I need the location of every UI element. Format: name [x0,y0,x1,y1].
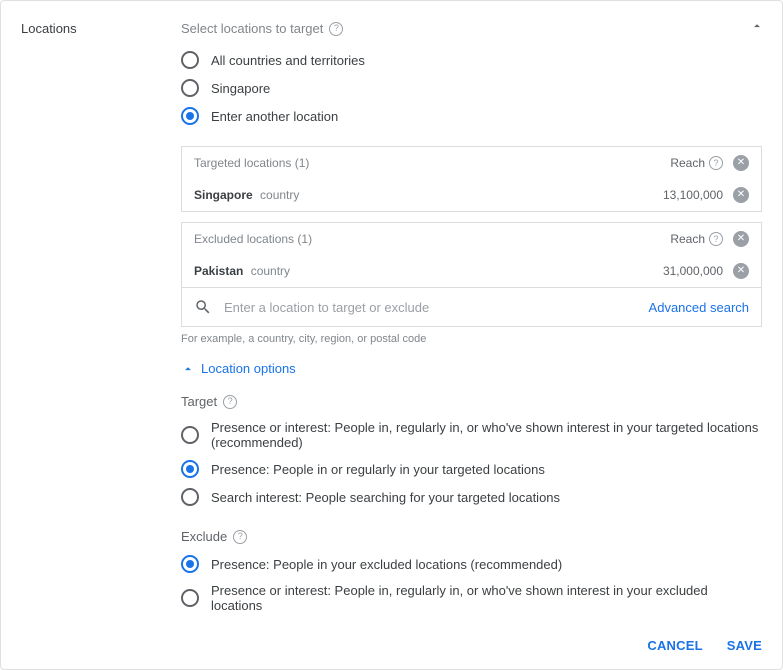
target-opt-search-interest[interactable]: Search interest: People searching for yo… [181,483,762,511]
targeted-locations-box: Targeted locations (1) Reach ? ✕ Singapo… [181,146,762,212]
location-radio-group: All countries and territories Singapore … [181,46,762,130]
radio-icon [181,555,199,573]
excluded-row: Pakistan country 31,000,000 ✕ [182,255,761,287]
collapse-button[interactable] [750,19,764,36]
radio-all-countries[interactable]: All countries and territories [181,46,762,74]
radio-icon [181,79,199,97]
location-reach: 13,100,000 [663,188,723,202]
radio-icon [181,589,199,607]
location-type: country [251,264,290,278]
remove-all-excluded-button[interactable]: ✕ [733,231,749,247]
radio-icon [181,51,199,69]
excluded-header-text: Excluded locations (1) [194,232,670,246]
subheader: Select locations to target ? [181,21,762,36]
reach-label: Reach ? [670,156,723,170]
radio-label: All countries and territories [211,53,365,68]
help-icon[interactable]: ? [709,156,723,170]
radio-label: Singapore [211,81,270,96]
remove-all-targeted-button[interactable]: ✕ [733,155,749,171]
radio-label: Presence or interest: People in, regular… [211,420,762,450]
chevron-up-icon [181,362,195,376]
targeted-row: Singapore country 13,100,000 ✕ [182,179,761,211]
section-title: Locations [21,21,181,36]
location-reach: 31,000,000 [663,264,723,278]
remove-location-button[interactable]: ✕ [733,187,749,203]
help-icon[interactable]: ? [329,22,343,36]
location-options-label: Location options [201,361,296,376]
radio-label: Presence or interest: People in, regular… [211,583,762,613]
chevron-up-icon [750,19,764,33]
help-icon[interactable]: ? [223,395,237,409]
radio-label: Search interest: People searching for yo… [211,490,560,505]
exclude-opt-presence-interest[interactable]: Presence or interest: People in, regular… [181,578,762,618]
help-icon[interactable]: ? [233,530,247,544]
exclude-opt-presence[interactable]: Presence: People in your excluded locati… [181,550,762,578]
excluded-header: Excluded locations (1) Reach ? ✕ [182,223,761,255]
search-hint: For example, a country, city, region, or… [181,333,762,345]
target-opt-presence[interactable]: Presence: People in or regularly in your… [181,455,762,483]
targeted-header-text: Targeted locations (1) [194,156,670,170]
location-options-toggle[interactable]: Location options [181,361,762,376]
cancel-button[interactable]: CANCEL [647,638,702,653]
exclude-radio-group: Presence: People in your excluded locati… [181,550,762,618]
locations-card: Locations Select locations to target ? A… [0,0,783,670]
location-search-row: Advanced search [181,287,762,327]
reach-label: Reach ? [670,232,723,246]
subheader-text: Select locations to target [181,21,323,36]
location-name: Singapore [194,188,253,202]
radio-label: Presence: People in or regularly in your… [211,462,545,477]
location-name: Pakistan [194,264,243,278]
radio-icon [181,426,199,444]
radio-label: Enter another location [211,109,338,124]
target-opt-presence-interest[interactable]: Presence or interest: People in, regular… [181,415,762,455]
excluded-locations-box: Excluded locations (1) Reach ? ✕ Pakista… [181,222,762,288]
footer: CANCEL SAVE [21,618,762,653]
location-search-input[interactable] [224,300,637,315]
help-icon[interactable]: ? [709,232,723,246]
location-type: country [260,188,299,202]
search-icon [194,298,212,316]
remove-location-button[interactable]: ✕ [733,263,749,279]
advanced-search-link[interactable]: Advanced search [649,300,749,315]
radio-icon [181,107,199,125]
target-title: Target ? [181,394,762,409]
radio-label: Presence: People in your excluded locati… [211,557,562,572]
radio-icon [181,460,199,478]
target-radio-group: Presence or interest: People in, regular… [181,415,762,511]
radio-enter-another[interactable]: Enter another location [181,102,762,130]
save-button[interactable]: SAVE [727,638,762,653]
radio-icon [181,488,199,506]
radio-singapore[interactable]: Singapore [181,74,762,102]
targeted-header: Targeted locations (1) Reach ? ✕ [182,147,761,179]
exclude-title: Exclude ? [181,529,762,544]
